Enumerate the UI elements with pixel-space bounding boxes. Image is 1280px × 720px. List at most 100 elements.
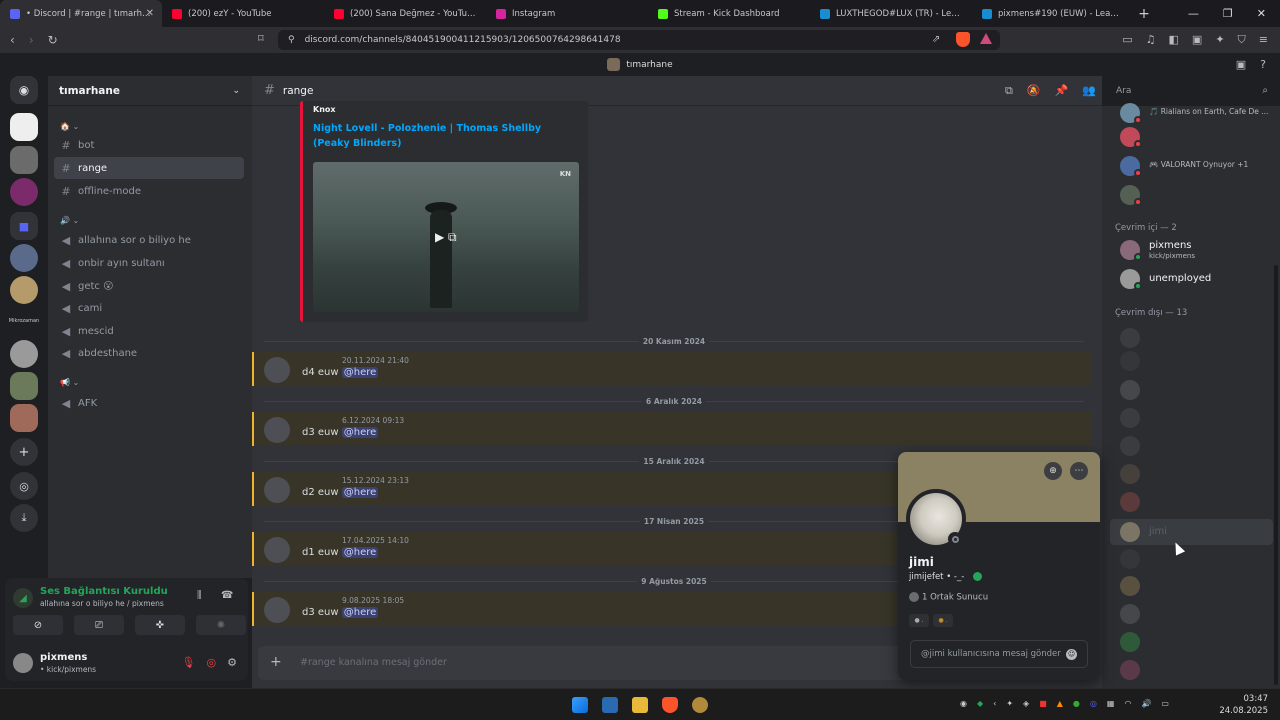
wifi-icon[interactable]: ◠ [1124,699,1131,708]
browser-tab-discord[interactable]: • Discord | #range | tımarhane ✕ [0,0,162,27]
add-server-icon[interactable]: + [10,438,38,466]
site-settings-icon[interactable]: ⚲ [288,35,295,45]
voice-channel[interactable]: ◀ getc 😮 [54,275,244,297]
server-icon[interactable] [10,372,38,400]
channel-category[interactable]: 🔊 ⌄ [60,216,79,225]
message-input[interactable]: #range kanalına mesaj gönder [300,657,447,668]
reader-icon[interactable]: ▭ [1122,33,1132,47]
headphones-deafened-icon[interactable]: ◎ [207,656,217,669]
member-item-offline[interactable] [1110,461,1273,487]
avatar[interactable] [264,537,290,563]
krisp-button[interactable]: ✺ [196,615,246,635]
member-item-unemployed[interactable]: unemployed [1110,266,1273,292]
screen-share-button[interactable]: ⎚ [74,615,124,635]
embed-author[interactable]: Knox [313,105,336,114]
brave-shield-icon[interactable] [956,32,970,47]
badge-chip[interactable]: ● . [909,614,929,627]
avatar[interactable] [264,357,290,383]
share-icon[interactable]: ⇗ [932,34,940,45]
server-header[interactable]: tımarhane ⌄ [48,76,252,106]
voice-channel[interactable]: ◀ cami [54,297,244,319]
brave-browser-icon[interactable] [662,697,678,713]
close-window-icon[interactable]: ✕ [1257,7,1266,20]
tray-app-icon[interactable]: ▦ [1107,699,1115,708]
maximize-icon[interactable]: ❐ [1223,7,1233,20]
voice-channel[interactable]: ◀ abdesthane [54,342,244,364]
mention[interactable]: @here [341,427,379,438]
disconnect-icon[interactable]: ☎ [221,590,233,601]
avatar[interactable] [264,417,290,443]
tray-app-icon[interactable]: ● [1073,699,1080,708]
back-icon[interactable]: ‹ [10,33,15,47]
music-icon[interactable]: ♫ [1146,33,1156,47]
member-item-pixmens[interactable]: pixmens kick/pixmens [1110,237,1273,263]
discord-home-icon[interactable]: ◉ [10,76,38,104]
gear-icon[interactable]: ⚙ [227,656,237,669]
notification-mute-icon[interactable]: 🔕 [1027,84,1041,98]
badge-chip[interactable]: ● . [933,614,953,627]
member-item-offline[interactable] [1110,573,1273,599]
server-icon[interactable] [10,113,38,141]
file-explorer-icon[interactable] [632,697,648,713]
leo-ai-icon[interactable]: ✦ [1215,33,1224,47]
avatar[interactable] [13,653,33,673]
avatar[interactable] [264,477,290,503]
tray-app-icon[interactable]: ◈ [1023,699,1029,708]
tray-app-icon[interactable]: ✦ [1006,699,1013,708]
browser-tab-kick[interactable]: Stream - Kick Dashboard [648,0,810,27]
member-item-jimi[interactable]: jimi [1110,519,1273,545]
member-item[interactable] [1110,124,1273,150]
member-list-scrollbar[interactable] [1274,265,1278,685]
camera-button[interactable]: ⊘ [13,615,63,635]
avatar[interactable] [264,597,290,623]
mention[interactable]: @here [341,547,379,558]
server-icon[interactable] [10,146,38,174]
member-item[interactable]: 🎮 VALORANT Oynuyor +1 [1110,153,1273,179]
member-list-icon[interactable]: 👥 [1082,84,1096,98]
vpn-icon[interactable]: ⛉ [1238,33,1246,47]
server-icon[interactable] [10,276,38,304]
more-options-button[interactable]: ⋯ [1070,462,1088,480]
windows-start-icon[interactable] [572,697,588,713]
volume-icon[interactable]: 🔊 [1141,699,1151,708]
system-clock[interactable]: 03:47 24.08.2025 [1219,693,1268,717]
brave-rewards-icon[interactable] [980,33,992,44]
tray-app-icon[interactable]: ‹ [993,699,996,708]
emoji-icon[interactable]: ☺ [1066,649,1077,660]
member-item-offline[interactable] [1110,348,1273,374]
channel-range[interactable]: # range [54,157,244,179]
member-item-offline[interactable] [1110,433,1273,459]
voice-status-title[interactable]: Ses Bağlantısı Kuruldu [40,586,168,597]
member-item-offline[interactable] [1110,489,1273,515]
activity-button[interactable]: ✜ [135,615,185,635]
browser-tab-youtube-2[interactable]: (200) Sana Değmez - YouTube [324,0,486,27]
league-client-icon[interactable] [692,697,708,713]
browser-tab-leagueofgraphs-2[interactable]: pixmens#190 (EUW) - LeagueOfGraphs [972,0,1134,27]
embed-title-link[interactable]: Night Lovell - Polozhenie | Thomas Shell… [313,121,563,151]
add-friend-button[interactable]: ⊕ [1044,462,1062,480]
sidebar-toggle-icon[interactable]: ◧ [1169,33,1179,47]
mutual-servers[interactable]: 1 Ortak Sunucu [909,592,988,603]
tray-app-icon[interactable]: ■ [1039,699,1047,708]
bookmark-icon[interactable]: ⌑ [258,32,264,45]
member-item-offline[interactable] [1110,629,1273,655]
mention[interactable]: @here [341,487,379,498]
member-item-offline[interactable] [1110,657,1273,683]
member-item[interactable] [1110,182,1273,208]
channel-category[interactable]: 🏠 ⌄ [60,122,79,131]
member-item-offline[interactable] [1110,601,1273,627]
channel-offline-mode[interactable]: # offline-mode [54,180,244,202]
battery-icon[interactable]: ▭ [1161,699,1169,708]
voice-channel-afk[interactable]: ◀ AFK [54,392,244,414]
voice-channel[interactable]: ◀ onbir ayın sultanı [54,252,244,274]
close-tab-icon[interactable]: ✕ [146,8,154,19]
channel-bot[interactable]: # bot [54,134,244,156]
server-icon[interactable] [10,404,38,432]
search-input[interactable]: Ara ⌕ [1110,82,1274,101]
message[interactable]: 6.12.2024 09:13 d3 euw @here [252,412,1092,446]
tray-app-icon[interactable]: ◆ [977,699,983,708]
tray-app-icon[interactable]: ▲ [1057,699,1063,708]
browser-tab-leagueofgraphs-1[interactable]: LUXTHEGOD#LUX (TR) - LeagueOfGraphs [810,0,972,27]
reload-icon[interactable]: ↻ [48,33,58,47]
voice-channel[interactable]: ◀ allahına sor o biliyo he [54,229,244,251]
